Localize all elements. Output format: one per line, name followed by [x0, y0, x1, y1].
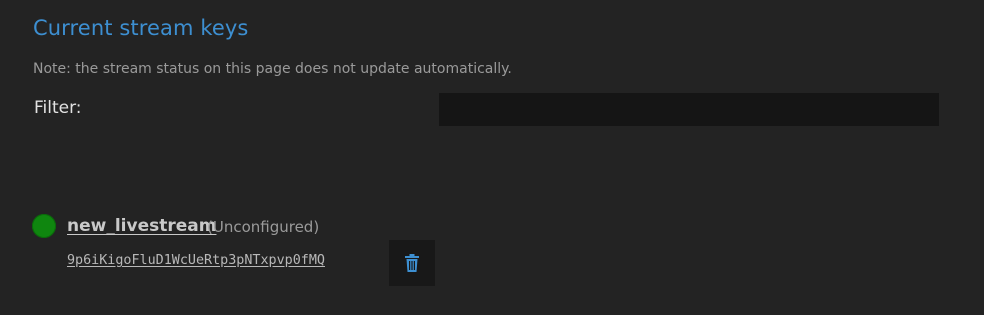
stream-name-link[interactable]: new_livestream — [67, 216, 216, 236]
filter-label: Filter: — [34, 98, 82, 118]
auto-update-note: Note: the stream status on this page doe… — [33, 61, 512, 77]
stream-key-link[interactable]: 9p6iKigoFluD1WcUeRtp3pNTxpvp0fMQ — [67, 253, 325, 268]
page-title: Current stream keys — [33, 16, 249, 40]
filter-input[interactable] — [439, 93, 939, 126]
stream-status-text: (Unconfigured) — [207, 218, 320, 236]
delete-stream-button[interactable] — [389, 240, 435, 286]
trash-icon — [405, 254, 419, 272]
stream-status-indicator — [32, 214, 56, 238]
